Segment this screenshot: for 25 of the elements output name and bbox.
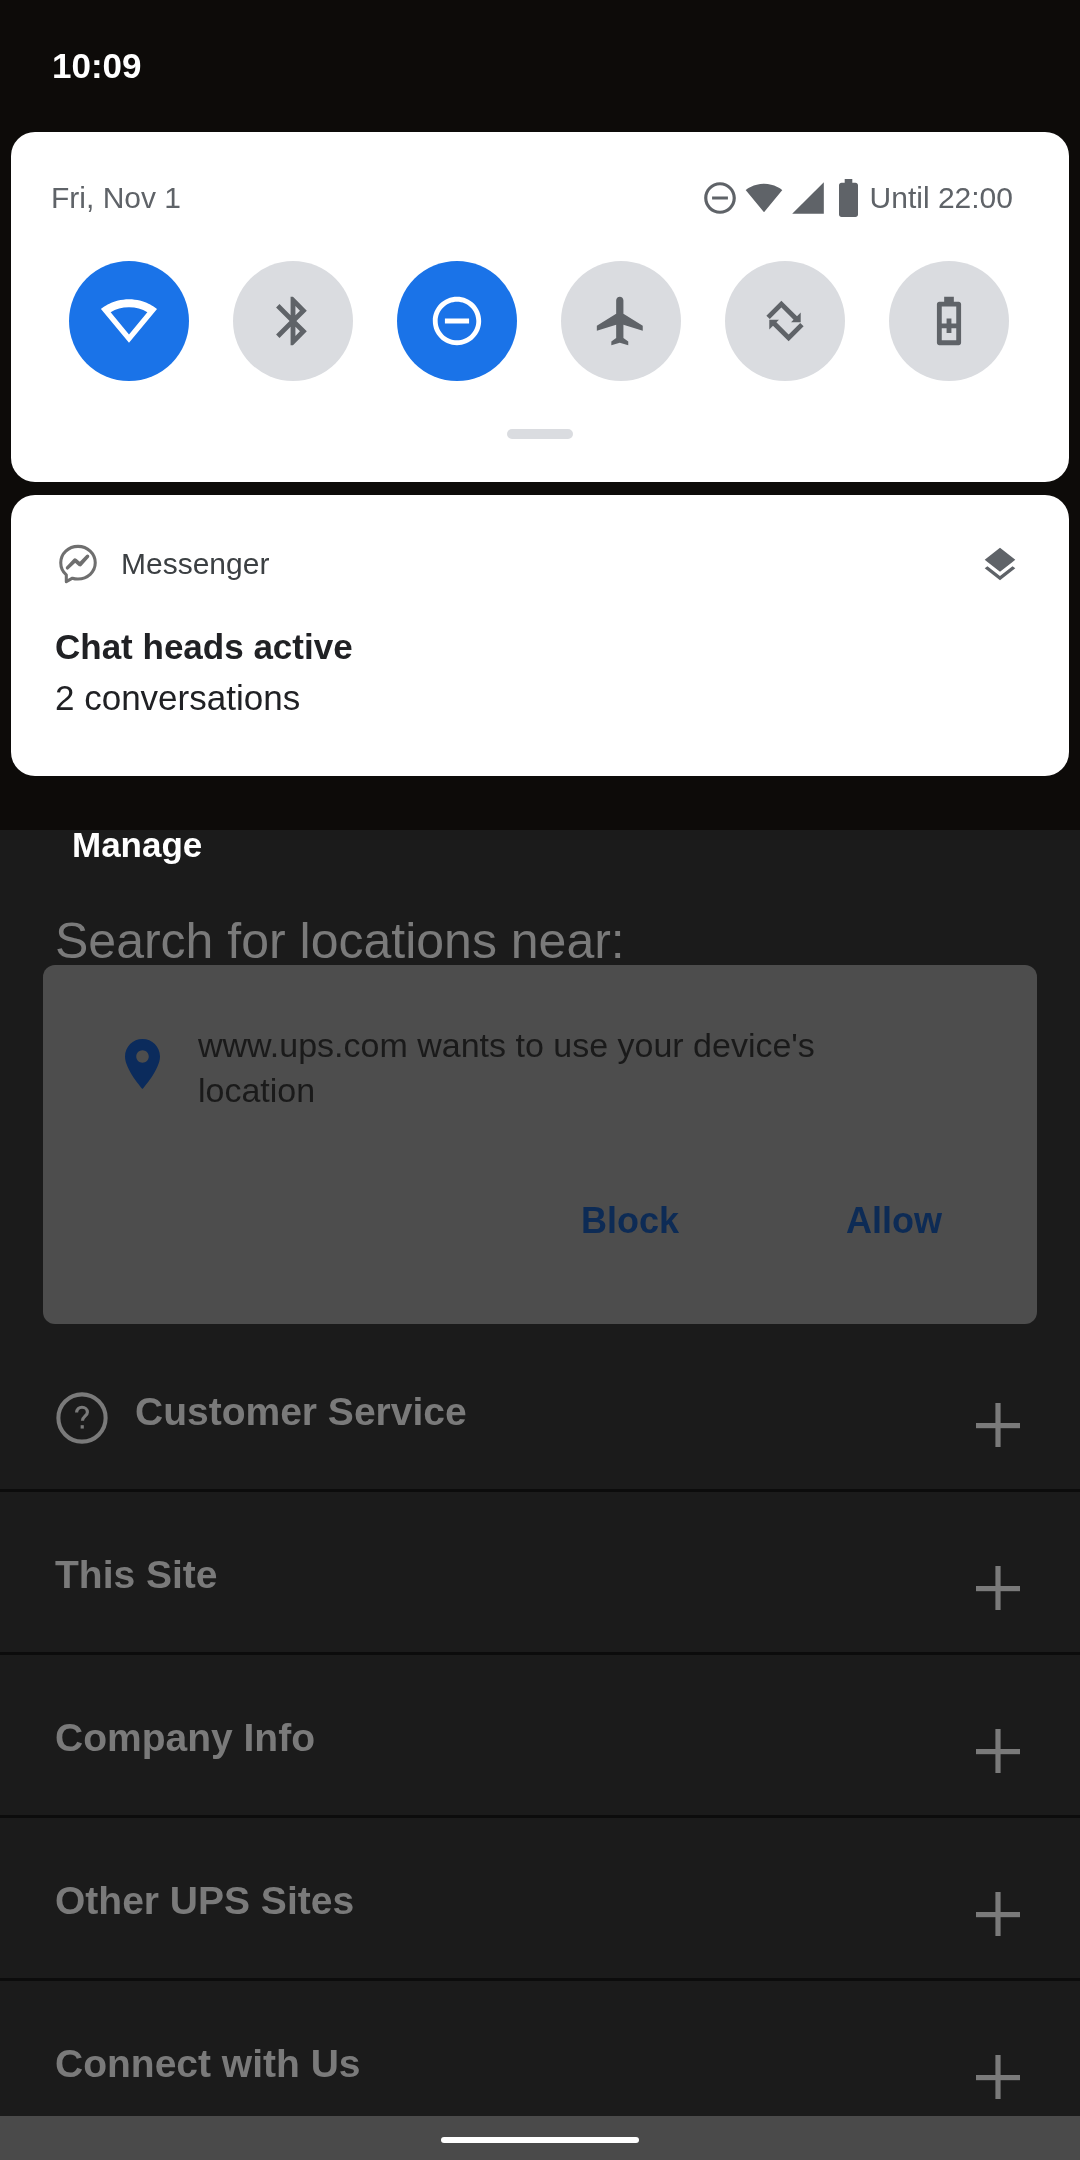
plus-icon[interactable] [974, 1890, 1022, 1938]
plus-icon[interactable] [974, 1727, 1022, 1775]
date-text: Fri, Nov 1 [51, 181, 182, 215]
home-handle[interactable] [441, 2137, 639, 2143]
layers-icon[interactable] [983, 546, 1017, 582]
section-title[interactable]: Company Info [55, 1715, 315, 1761]
plus-icon[interactable] [974, 2053, 1022, 2101]
notification-card[interactable]: Messenger Chat heads active 2 conversations [11, 495, 1069, 776]
section-title[interactable]: Customer Service [135, 1389, 467, 1435]
location-pin-icon [125, 1039, 160, 1089]
page-heading: Search for locations near: [54, 915, 626, 967]
battery-icon [838, 179, 858, 217]
drag-handle[interactable] [507, 429, 573, 439]
notification-title: Chat heads active [55, 627, 354, 667]
section-title[interactable]: Other UPS Sites [55, 1878, 355, 1924]
manage-button[interactable]: Manage [72, 823, 203, 867]
notification-text: 2 conversations [55, 678, 302, 718]
plus-icon[interactable] [974, 1564, 1022, 1612]
app-name: Messenger [121, 547, 271, 581]
section-title[interactable]: Connect with Us [55, 2041, 361, 2087]
plus-icon[interactable] [974, 1401, 1022, 1449]
help-icon [55, 1391, 109, 1445]
status-time: 10:09 [52, 46, 142, 86]
section-title[interactable]: This Site [55, 1552, 218, 1598]
battery-text: Until 22:00 [869, 181, 1013, 215]
